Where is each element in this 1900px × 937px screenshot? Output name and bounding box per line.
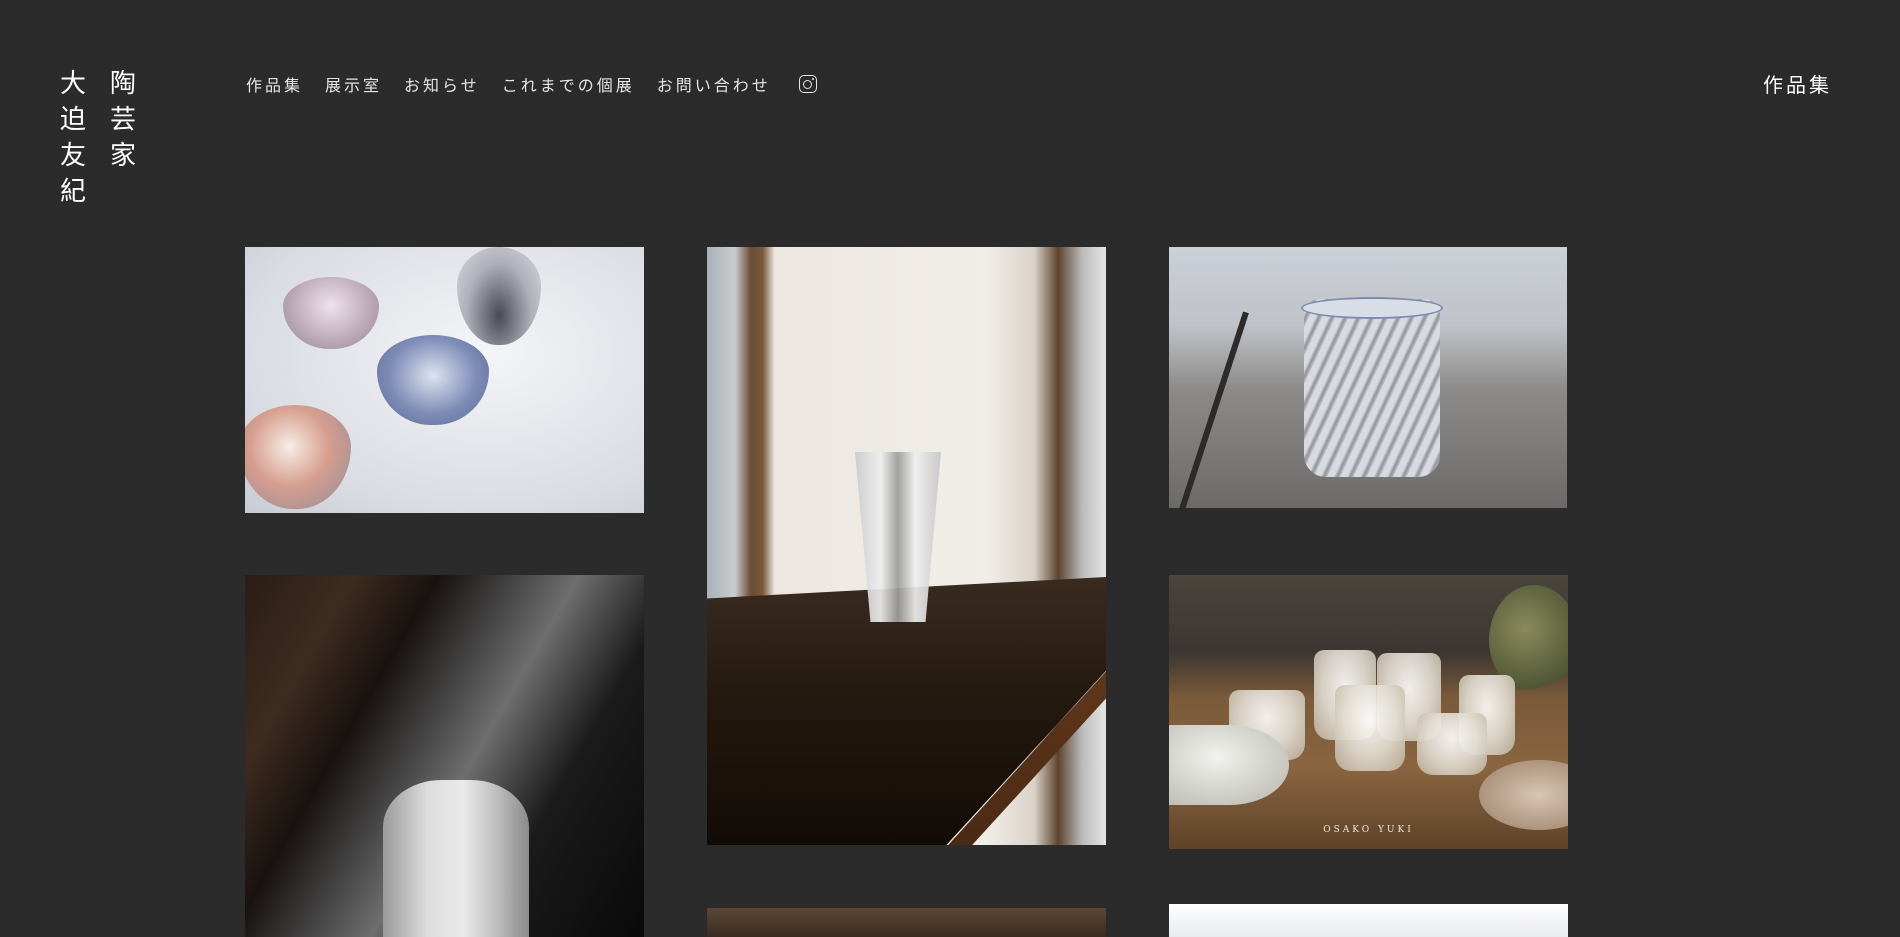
- gallery-photo-partial[interactable]: [1169, 904, 1568, 937]
- glass-image: [1417, 713, 1487, 775]
- logo-char: 友: [59, 141, 86, 171]
- nav-item-showroom[interactable]: 展示室: [325, 72, 382, 96]
- table-crack-image: [1175, 311, 1249, 508]
- main-nav: 作品集 展示室 お知らせ これまでの個展 お問い合わせ: [246, 72, 817, 96]
- logo-title-column: 陶 芸 家: [108, 66, 138, 174]
- gallery-photo-partial[interactable]: [707, 908, 1106, 937]
- page-title: 作品集: [1763, 73, 1832, 97]
- logo-char: 芸: [109, 105, 136, 135]
- logo-name-column: 大 迫 友 紀: [58, 66, 88, 210]
- nav-item-works[interactable]: 作品集: [246, 72, 303, 96]
- nav-item-contact[interactable]: お問い合わせ: [657, 72, 771, 96]
- bowl-image: [1169, 725, 1289, 805]
- jar-image: [1304, 299, 1440, 477]
- nav-item-news[interactable]: お知らせ: [404, 72, 480, 96]
- logo-char: 家: [109, 141, 136, 171]
- gallery-photo-tall-glass[interactable]: [707, 247, 1106, 845]
- gallery-photo-jar[interactable]: [1169, 247, 1567, 508]
- gallery-photo-bowls[interactable]: [245, 247, 644, 513]
- instagram-icon[interactable]: [798, 75, 817, 93]
- logo-char: 迫: [59, 105, 86, 135]
- logo-char: 大: [59, 69, 86, 99]
- photo-caption: OSAKO YUKI: [1323, 825, 1414, 835]
- logo-char: 陶: [109, 69, 136, 99]
- plate-image: [1479, 760, 1568, 830]
- bowl-image: [283, 277, 379, 349]
- bowl-image: [245, 405, 351, 509]
- nav-item-past-exhibitions[interactable]: これまでの個展: [502, 72, 635, 96]
- logo-char: 紀: [59, 177, 86, 207]
- gallery-photo-glasses-table[interactable]: OSAKO YUKI: [1169, 575, 1568, 849]
- bowl-image: [377, 335, 489, 425]
- bowl-image: [457, 247, 541, 345]
- glass-image: [1335, 685, 1405, 771]
- jar-lid-image: [1301, 297, 1443, 319]
- gallery-photo-dark-cup[interactable]: [245, 575, 644, 937]
- cup-image: [383, 780, 529, 937]
